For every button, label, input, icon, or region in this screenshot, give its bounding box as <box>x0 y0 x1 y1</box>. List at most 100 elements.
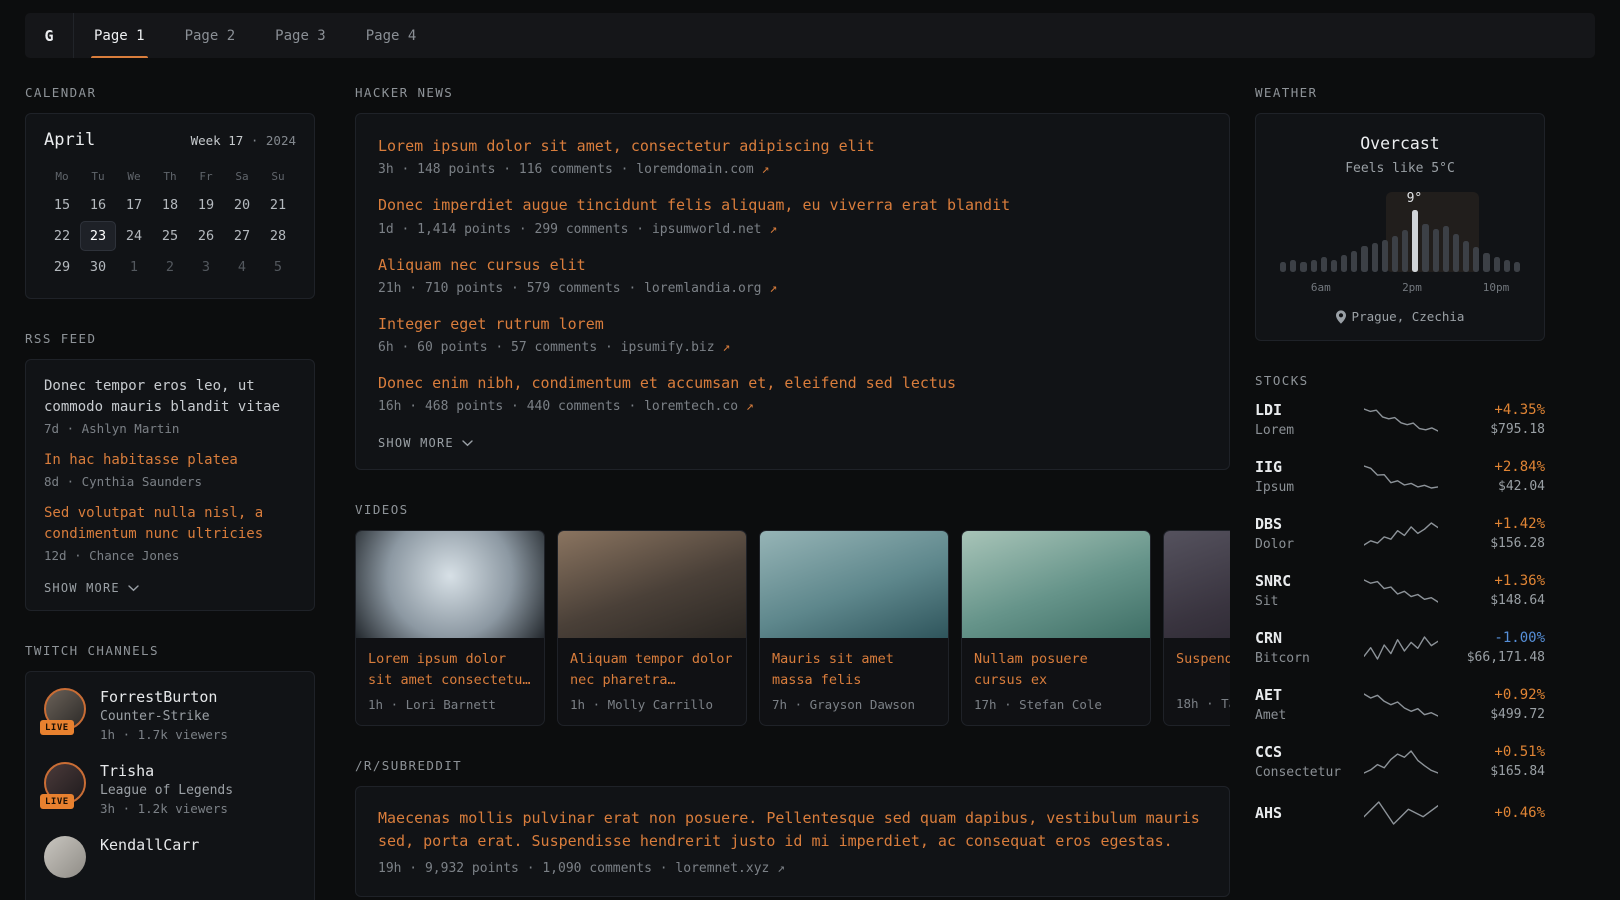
rss-item-title[interactable]: In hac habitasse platea <box>44 450 296 471</box>
stock-symbol: LDI <box>1255 401 1351 419</box>
video-card[interactable]: Nullam posuere cursus ex17h · Stefan Col… <box>961 530 1151 726</box>
current-temp-label: 9° <box>1407 191 1423 206</box>
weather-hour-bar <box>1300 262 1306 272</box>
stock-sparkline <box>1351 578 1451 604</box>
weather-location-text: Prague, Czechia <box>1352 309 1465 324</box>
sparkline-chart <box>1364 464 1438 490</box>
stock-name: Dolor <box>1255 537 1351 552</box>
hn-post-domain[interactable]: loremdomain.com <box>636 162 753 177</box>
stock-row[interactable]: AETAmet+0.92%$499.72 <box>1255 686 1545 723</box>
video-meta: 18h · Tara <box>1176 696 1230 711</box>
reddit-post-title[interactable]: Maecenas mollis pulvinar erat non posuer… <box>378 807 1207 854</box>
stock-change: -1.00% <box>1451 630 1545 646</box>
twitch-channel-list: LIVEForrestBurtonCounter-Strike1h · 1.7k… <box>44 688 296 878</box>
channel-name[interactable]: Trisha <box>100 762 233 780</box>
video-thumbnail <box>558 531 746 638</box>
hn-post-title[interactable]: Aliquam nec cursus elit <box>378 255 586 275</box>
weather-hour-bar <box>1463 241 1469 272</box>
calendar-dow-label: Tu <box>80 170 116 183</box>
twitch-card: LIVEForrestBurtonCounter-Strike1h · 1.7k… <box>25 671 315 900</box>
dashboard: CALENDAR April Week 17 · 2024 MoTuWeThFr… <box>25 85 1545 900</box>
hn-post-title[interactable]: Donec imperdiet augue tincidunt felis al… <box>378 195 1010 215</box>
hackernews-section-title: HACKER NEWS <box>355 85 1230 100</box>
left-column: CALENDAR April Week 17 · 2024 MoTuWeThFr… <box>25 85 315 900</box>
hn-post-title[interactable]: Integer eget rutrum lorem <box>378 314 604 334</box>
hn-post-meta: 3h · 148 points · 116 comments · loremdo… <box>378 162 1207 177</box>
video-title[interactable]: Aliquam tempor dolor nec pharetra… <box>570 649 734 690</box>
video-card[interactable]: Suspendisse diam 18h · Tara <box>1163 530 1230 726</box>
weather-location: Prague, Czechia <box>1274 309 1526 324</box>
twitch-channel-row[interactable]: LIVEForrestBurtonCounter-Strike1h · 1.7k… <box>44 688 296 742</box>
twitch-channel-row[interactable]: LIVETrishaLeague of Legends3h · 1.2k vie… <box>44 762 296 816</box>
hn-post-domain[interactable]: loremlandia.org <box>644 281 761 296</box>
stock-identity: SNRCSit <box>1255 572 1351 609</box>
sparkline-chart <box>1364 800 1438 826</box>
stock-row[interactable]: AHS+0.46% <box>1255 800 1545 826</box>
tab-page-3[interactable]: Page 3 <box>255 13 346 58</box>
hn-post-domain[interactable]: ipsumworld.net <box>652 222 762 237</box>
hn-post-domain[interactable]: loremtech.co <box>644 399 738 414</box>
hn-post-domain[interactable]: ipsumify.biz <box>621 340 715 355</box>
stock-row[interactable]: SNRCSit+1.36%$148.64 <box>1255 572 1545 609</box>
calendar-section-title: CALENDAR <box>25 85 315 100</box>
video-title[interactable]: Nullam posuere cursus ex <box>974 649 1138 690</box>
stock-row[interactable]: CCSConsectetur+0.51%$165.84 <box>1255 743 1545 780</box>
stock-row[interactable]: LDILorem+4.35%$795.18 <box>1255 401 1545 438</box>
right-column: WEATHER Overcast Feels like 5°C 9° 6am2p… <box>1255 85 1545 858</box>
stock-row[interactable]: DBSDolor+1.42%$156.28 <box>1255 515 1545 552</box>
weather-hour-bar <box>1341 255 1347 272</box>
calendar-day: 5 <box>260 252 296 282</box>
calendar-year: 2024 <box>266 133 296 148</box>
avatar <box>44 836 86 878</box>
tab-page-1[interactable]: Page 1 <box>74 13 165 58</box>
tab-page-4[interactable]: Page 4 <box>346 13 437 58</box>
stock-identity: IIGIpsum <box>1255 458 1351 495</box>
tab-page-2[interactable]: Page 2 <box>165 13 256 58</box>
external-link-icon: ↗ <box>762 281 778 296</box>
video-title[interactable]: Mauris sit amet massa felis <box>772 649 936 690</box>
video-card[interactable]: Lorem ipsum dolor sit amet consectetu… 1h… <box>355 530 545 726</box>
video-card[interactable]: Aliquam tempor dolor nec pharetra… 1h · M… <box>557 530 747 726</box>
calendar-week-label: Week 17 · 2024 <box>191 133 296 148</box>
video-card[interactable]: Mauris sit amet massa felis7h · Grayson … <box>759 530 949 726</box>
stock-price: $148.64 <box>1451 593 1545 608</box>
sparkline-chart <box>1364 692 1438 718</box>
hn-post-title[interactable]: Lorem ipsum dolor sit amet, consectetur … <box>378 136 875 156</box>
weather-hour-bar <box>1433 229 1439 272</box>
external-link-icon: ↗ <box>754 162 770 177</box>
reddit-post-domain[interactable]: loremnet.xyz <box>675 861 769 876</box>
stock-row[interactable]: IIGIpsum+2.84%$42.04 <box>1255 458 1545 495</box>
stock-identity: DBS Dolor <box>1255 515 1351 552</box>
external-link-icon: ↗ <box>738 399 754 414</box>
sparkline-chart <box>1364 578 1438 604</box>
weather-hour-bar <box>1494 257 1500 272</box>
rss-item-title[interactable]: Sed volutpat nulla nisl, a condimentum n… <box>44 503 296 545</box>
app-logo[interactable]: G <box>25 13 74 58</box>
weather-hour-bar <box>1402 230 1408 272</box>
video-title[interactable]: Suspendisse diam <box>1176 649 1230 689</box>
hn-post-meta: 6h · 60 points · 57 comments · ipsumify.… <box>378 340 1207 355</box>
video-title[interactable]: Lorem ipsum dolor sit amet consectetu… <box>368 649 532 690</box>
stock-price: $165.84 <box>1451 764 1545 779</box>
calendar-dow-label: Mo <box>44 170 80 183</box>
calendar-month: April <box>44 130 95 150</box>
channel-name[interactable]: KendallCarr <box>100 836 199 854</box>
rss-section-title: RSS FEED <box>25 331 315 346</box>
hn-post-title[interactable]: Donec enim nibh, condimentum et accumsan… <box>378 373 956 393</box>
weather-hour-bar <box>1280 262 1286 272</box>
stock-row[interactable]: CRNBitcorn-1.00%$66,171.48 <box>1255 629 1545 666</box>
calendar-day: 15 <box>44 190 80 220</box>
rss-show-more-button[interactable]: SHOW MORE <box>44 581 139 595</box>
stock-name: Consectetur <box>1255 765 1351 780</box>
chevron-down-icon <box>128 585 139 592</box>
rss-item-title[interactable]: Donec tempor eros leo, ut commodo mauris… <box>44 376 296 418</box>
channel-name[interactable]: ForrestBurton <box>100 688 228 706</box>
hn-show-more-button[interactable]: SHOW MORE <box>378 436 473 450</box>
video-meta: 1h · Lori Barnett <box>368 697 532 712</box>
twitch-channel-row[interactable]: KendallCarr <box>44 836 296 878</box>
stock-name: Amet <box>1255 708 1351 723</box>
stock-change: +0.51% <box>1451 744 1545 760</box>
videos-widget: VIDEOS Lorem ipsum dolor sit amet consec… <box>355 502 1230 726</box>
stock-symbol: DBS <box>1255 515 1351 533</box>
video-meta: 1h · Molly Carrillo <box>570 697 734 712</box>
